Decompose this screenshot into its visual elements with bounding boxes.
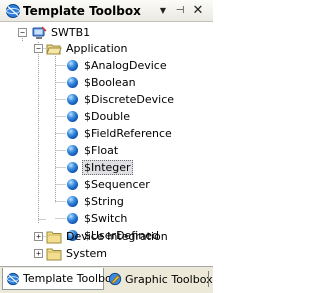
tree-node-label: Device Integration bbox=[66, 230, 168, 243]
close-icon[interactable]: ✕ bbox=[191, 3, 205, 19]
folder-open-icon bbox=[46, 44, 62, 54]
tree-item-label: $Boolean bbox=[84, 76, 136, 89]
pin-icon[interactable]: ⊣ bbox=[173, 3, 187, 19]
template-ball-icon bbox=[67, 111, 78, 122]
expand-toggle[interactable]: + bbox=[34, 249, 43, 258]
template-ball-icon bbox=[67, 94, 78, 105]
tree-item-label: $FieldReference bbox=[84, 127, 172, 140]
tree-item-label: $AnalogDevice bbox=[84, 59, 167, 72]
collapse-toggle[interactable]: − bbox=[34, 44, 43, 53]
panel-title-bar[interactable]: Template Toolbox ▼ ⊣ ✕ bbox=[0, 0, 213, 22]
toolbox-globe-icon bbox=[6, 4, 20, 18]
tree-item-switch[interactable]: $Switch bbox=[64, 210, 129, 227]
tree-item-boolean[interactable]: $Boolean bbox=[64, 74, 138, 91]
tree-item-label: $String bbox=[84, 195, 124, 208]
tree-node-application[interactable]: − Application bbox=[34, 40, 129, 57]
tree-node-label: System bbox=[66, 247, 108, 260]
template-ball-icon bbox=[67, 162, 78, 173]
tree-item-label: $Sequencer bbox=[84, 178, 150, 191]
template-ball-icon bbox=[67, 128, 78, 139]
folder-closed-icon bbox=[46, 231, 62, 243]
tree-item-float[interactable]: $Float bbox=[64, 142, 120, 159]
graphic-toolbox-icon bbox=[108, 272, 122, 286]
tree-item-label: $Switch bbox=[84, 212, 128, 225]
template-ball-icon bbox=[67, 179, 78, 190]
template-ball-icon bbox=[67, 60, 78, 71]
expand-toggle[interactable]: + bbox=[34, 232, 43, 241]
template-ball-icon bbox=[67, 145, 78, 156]
tree-node-device-integration[interactable]: + Device Integration bbox=[34, 228, 170, 245]
template-toolbox-panel: Template Toolbox ▼ ⊣ ✕ − SWTB1 − Applica… bbox=[0, 0, 213, 293]
template-ball-icon bbox=[67, 213, 78, 224]
tree-item-label-selected: $Integer bbox=[82, 160, 133, 175]
tab-graphic-toolbox[interactable]: Graphic Toolbox bbox=[105, 268, 213, 290]
tree-item-fieldreference[interactable]: $FieldReference bbox=[64, 125, 174, 142]
toolbox-tab-strip: Template Toolbox Graphic Toolbox bbox=[0, 266, 213, 293]
tree-item-double[interactable]: $Double bbox=[64, 108, 132, 125]
tree-item-label: $Double bbox=[84, 110, 130, 123]
tree-item-integer[interactable]: $Integer bbox=[64, 159, 133, 176]
tree-item-string[interactable]: $String bbox=[64, 193, 126, 210]
tab-label: Template Toolbox bbox=[23, 272, 118, 285]
folder-closed-icon bbox=[46, 248, 62, 260]
tree-item-label: $DiscreteDevice bbox=[84, 93, 175, 106]
tree-node-label: Application bbox=[66, 42, 128, 55]
tab-label: Graphic Toolbox bbox=[125, 272, 213, 286]
tree-node-swtb1[interactable]: − SWTB1 bbox=[18, 24, 92, 41]
tree-node-system[interactable]: + System bbox=[34, 245, 109, 262]
tab-template-toolbox[interactable]: Template Toolbox bbox=[2, 268, 118, 290]
toolbox-globe-icon bbox=[6, 272, 20, 285]
tree-item-label: $Float bbox=[84, 144, 119, 157]
tree-item-sequencer[interactable]: $Sequencer bbox=[64, 176, 152, 193]
tree-item-analogdevice[interactable]: $AnalogDevice bbox=[64, 57, 169, 74]
template-ball-icon bbox=[67, 77, 78, 88]
collapse-toggle[interactable]: − bbox=[18, 28, 27, 37]
panel-title: Template Toolbox bbox=[23, 4, 141, 18]
tree-node-label: SWTB1 bbox=[51, 26, 91, 39]
window-menu-button[interactable]: ▼ bbox=[156, 3, 170, 19]
template-ball-icon bbox=[67, 196, 78, 207]
tab-separator bbox=[208, 271, 209, 287]
workstation-icon bbox=[32, 25, 47, 39]
tree-item-discretedevice[interactable]: $DiscreteDevice bbox=[64, 91, 176, 108]
